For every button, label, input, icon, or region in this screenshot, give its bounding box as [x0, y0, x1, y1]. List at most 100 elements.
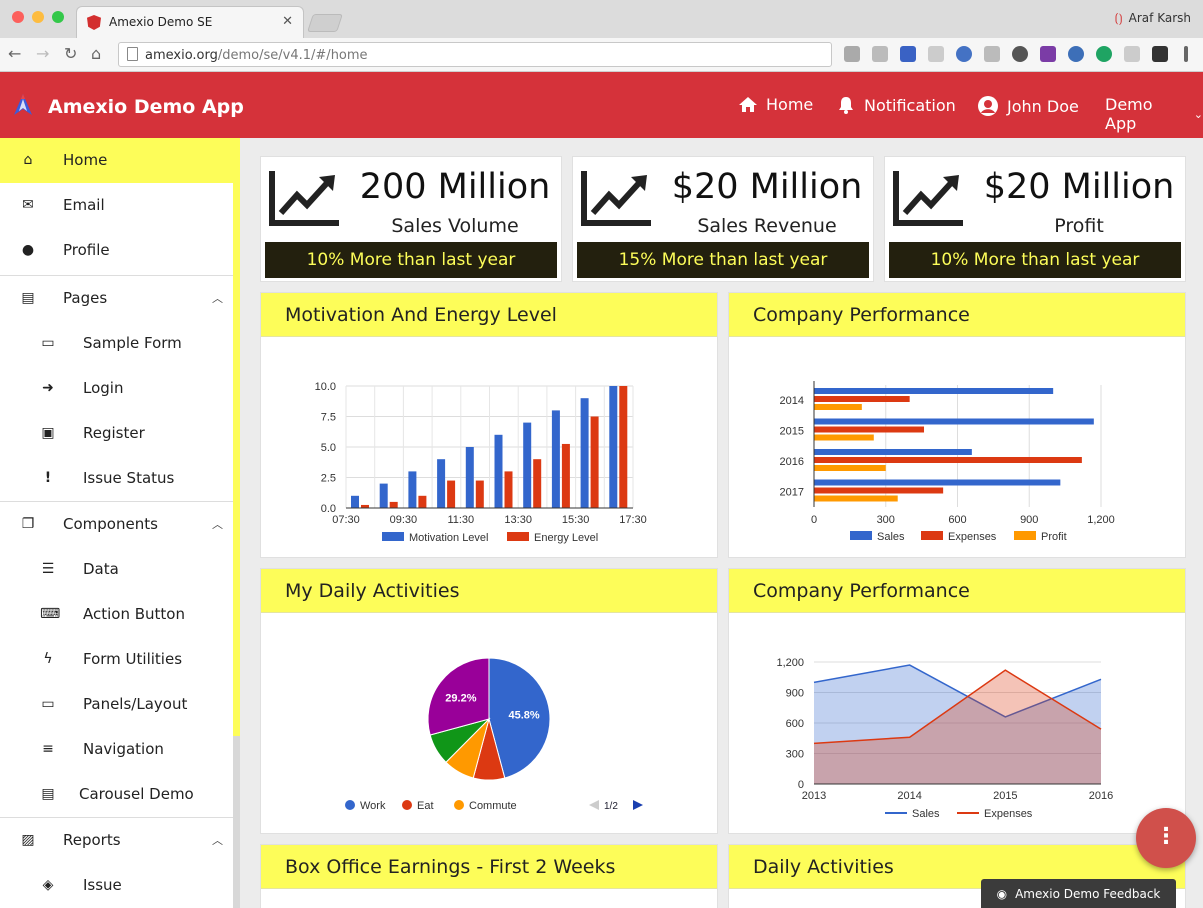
close-window-icon[interactable] [12, 11, 24, 23]
header-nav-notification[interactable]: Notification [836, 95, 956, 115]
sidebar-item-sample-form[interactable]: ▭ Sample Form [0, 321, 233, 366]
extension-cloud-icon[interactable] [844, 46, 860, 62]
bell-icon [839, 97, 853, 114]
bar-profit [814, 465, 886, 471]
legend-label: Expenses [984, 808, 1033, 820]
reload-icon[interactable]: ↻ [64, 44, 77, 63]
kpi-label: Sales Revenue [697, 215, 837, 237]
sidebar-item-label: Action Button [83, 605, 185, 623]
page-info-icon[interactable] [127, 47, 138, 61]
line-chart-icon [893, 171, 963, 226]
sidebar-item-label: Navigation [83, 740, 164, 758]
x-tick-label: 2013 [802, 790, 826, 802]
user-icon: ● [21, 242, 35, 258]
pie-slice-label: 45.8% [508, 709, 539, 721]
browser-tab[interactable]: Amexio Demo SE ✕ [76, 6, 304, 38]
sidebar-item-label: Home [63, 151, 108, 169]
extension-link-icon[interactable] [1068, 46, 1084, 62]
legend-label: Commute [469, 800, 517, 812]
sidebar-scrollbar-track[interactable] [233, 138, 240, 736]
browser-menu-icon[interactable] [1184, 46, 1188, 62]
new-tab-button[interactable] [307, 14, 343, 32]
header-nav-notification-label: Notification [864, 95, 956, 115]
sidebar-scrollbar-thumb[interactable] [233, 736, 240, 908]
sidebar-item-navigation[interactable]: ≡ Navigation [0, 727, 233, 772]
extension-keyboard-icon[interactable] [1152, 46, 1168, 62]
sidebar-item-components[interactable]: ❐ Components ︿ [0, 502, 233, 547]
bar-motivation-level [523, 422, 532, 508]
sidebar-item-form-utilities[interactable]: ϟ Form Utilities [0, 637, 233, 682]
extension-code-icon[interactable] [984, 46, 1000, 62]
url-input[interactable]: amexio.org/demo/se/v4.1/#/home [118, 42, 832, 67]
x-tick-label: 0 [811, 514, 817, 526]
database-icon: ☰ [41, 561, 55, 577]
sidebar-item-login[interactable]: ➜ Login [0, 366, 233, 411]
sidebar-item-label: Reports [63, 831, 121, 849]
back-icon[interactable]: ← [8, 44, 21, 63]
header-nav-user[interactable]: John Doe [977, 95, 1079, 117]
bar-sales [814, 479, 1061, 486]
user-circle-icon [978, 96, 998, 116]
legend-label: Motivation Level [409, 532, 489, 544]
minimize-window-icon[interactable] [32, 11, 44, 23]
legend-swatch [850, 531, 872, 540]
extension-gauge-icon[interactable] [1012, 46, 1028, 62]
extension-lighthouse-icon[interactable] [900, 46, 916, 62]
sidebar-item-label: Profile [63, 241, 110, 259]
sidebar-item-action-button[interactable]: ⌨ Action Button [0, 592, 233, 637]
x-tick-label: 11:30 [447, 514, 474, 526]
sidebar-item-email[interactable]: ✉ Email [0, 183, 233, 228]
feedback-button[interactable]: ◉ Amexio Demo Feedback [981, 879, 1176, 908]
legend-swatch [402, 800, 412, 810]
sidebar-item-pages[interactable]: ▤ Pages ︿ [0, 276, 233, 321]
bar-energy-level [418, 495, 427, 508]
laptop-icon: ▭ [41, 335, 55, 351]
bar-energy-level [504, 471, 513, 508]
sidebar-item-issue-status[interactable]: ! Issue Status [0, 456, 233, 501]
legend-prev-icon [589, 800, 599, 810]
sidebar-item-register[interactable]: ▣ Register [0, 411, 233, 456]
header-nav-user-label: John Doe [1007, 96, 1079, 116]
extension-tag-icon[interactable] [1124, 46, 1140, 62]
sidebar-item-issue[interactable]: ◈ Issue [0, 863, 233, 908]
panel-company-performance-bar: Company Performance 0 300 600 900 1,200 2014 2… [728, 292, 1186, 558]
line-chart-icon [269, 171, 339, 226]
bar-energy-level [475, 480, 484, 508]
sidebar-item-carousel-demo[interactable]: ▤ Carousel Demo [0, 772, 233, 817]
legend-label: Expenses [948, 531, 997, 543]
forward-icon[interactable]: → [36, 44, 49, 63]
angular-logo-icon [87, 15, 101, 30]
header-nav-demo-app[interactable]: Demo App ⌄ [1105, 95, 1203, 133]
bar-sales [814, 418, 1094, 425]
maximize-window-icon[interactable] [52, 11, 64, 23]
header-nav-home[interactable]: Home [738, 95, 813, 114]
browser-profile[interactable]: ⟮⟯ Araf Karsh [1115, 11, 1191, 26]
bar-profit [814, 434, 874, 441]
extension-grammarly-icon[interactable] [1096, 46, 1112, 62]
home-page-icon[interactable]: ⌂ [91, 44, 101, 63]
app-title: Amexio Demo App [48, 96, 244, 118]
bar-motivation-level [465, 447, 474, 508]
bar-energy-level [590, 416, 599, 508]
sidebar-item-home[interactable]: ⌂ Home [0, 138, 233, 183]
sidebar-item-reports[interactable]: ▨ Reports ︿ [0, 818, 233, 863]
sidebar-item-label: Carousel Demo [79, 785, 194, 803]
floating-action-button[interactable]: ⋮ [1136, 808, 1196, 868]
extension-globe-icon[interactable] [956, 46, 972, 62]
sidebar-item-label: Form Utilities [83, 650, 183, 668]
close-tab-icon[interactable]: ✕ [282, 14, 293, 29]
sidebar-item-data[interactable]: ☰ Data [0, 547, 233, 592]
panel-title: Company Performance [729, 569, 1185, 613]
extension-puzzle-icon[interactable] [928, 46, 944, 62]
bar-energy-level [533, 459, 542, 508]
kpi-note: 10% More than last year [889, 242, 1181, 278]
kpi-note: 10% More than last year [265, 242, 557, 278]
sidebar-item-panels-layout[interactable]: ▭ Panels/Layout [0, 682, 233, 727]
panel-title: Company Performance [729, 293, 1185, 337]
panel-company-performance-area: Company Performance 0 300 600 900 1,200 2013 2… [728, 568, 1186, 834]
kpi-card-sales-revenue: $20 Million Sales Revenue 15% More than … [572, 156, 874, 282]
extension-shield-icon[interactable] [872, 46, 888, 62]
x-tick-label: 17:30 [619, 514, 647, 526]
sidebar-item-profile[interactable]: ● Profile [0, 228, 233, 273]
extension-onenote-icon[interactable] [1040, 46, 1056, 62]
